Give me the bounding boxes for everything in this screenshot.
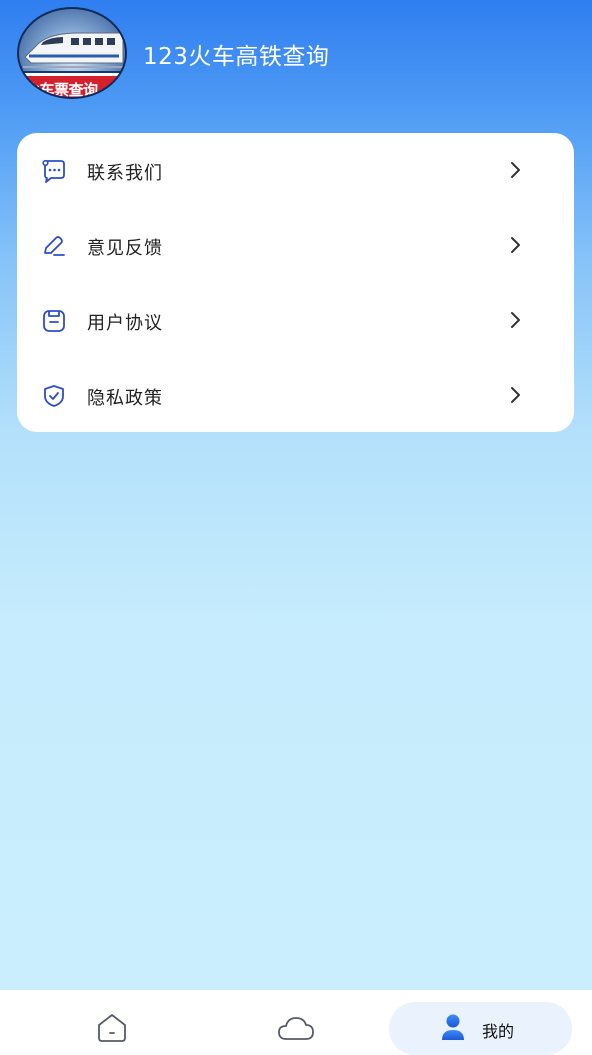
cloud-icon: [278, 1017, 314, 1040]
bottom-tab-bar: 我的: [0, 990, 592, 1055]
menu-item-label: 用户协议: [87, 313, 163, 334]
pencil-icon: [44, 236, 65, 256]
menu-item-privacy-policy[interactable]: 隐私政策: [17, 358, 574, 433]
user-icon: [442, 1014, 464, 1040]
tab-mine[interactable]: 我的: [389, 1002, 572, 1055]
settings-card: 联系我们 意见反馈 用户协议 隐私政策: [17, 133, 574, 432]
app-header: 火车票查询 123火车高铁查询: [0, 0, 592, 110]
menu-item-label: 联系我们: [87, 163, 163, 184]
tab-mine-label: 我的: [482, 1022, 515, 1041]
home-icon: [98, 1014, 126, 1042]
menu-item-contact-us[interactable]: 联系我们: [17, 133, 574, 208]
tab-home[interactable]: [62, 1002, 162, 1055]
app-title: 123火车高铁查询: [143, 44, 330, 70]
document-icon: [43, 310, 65, 332]
chevron-right-icon: [511, 162, 520, 178]
menu-item-user-agreement[interactable]: 用户协议: [17, 283, 574, 358]
chevron-right-icon: [511, 312, 520, 328]
logo-text: 火车票查询: [25, 81, 98, 99]
chat-bubble-icon: [42, 159, 65, 183]
menu-item-label: 隐私政策: [87, 388, 163, 409]
menu-item-feedback[interactable]: 意见反馈: [17, 208, 574, 283]
chevron-right-icon: [511, 237, 520, 253]
tab-weather[interactable]: [246, 1002, 346, 1055]
menu-item-label: 意见反馈: [87, 238, 163, 259]
chevron-right-icon: [511, 387, 520, 403]
shield-check-icon: [44, 385, 64, 407]
app-logo: 火车票查询: [17, 7, 127, 99]
train-icon: [23, 32, 125, 68]
